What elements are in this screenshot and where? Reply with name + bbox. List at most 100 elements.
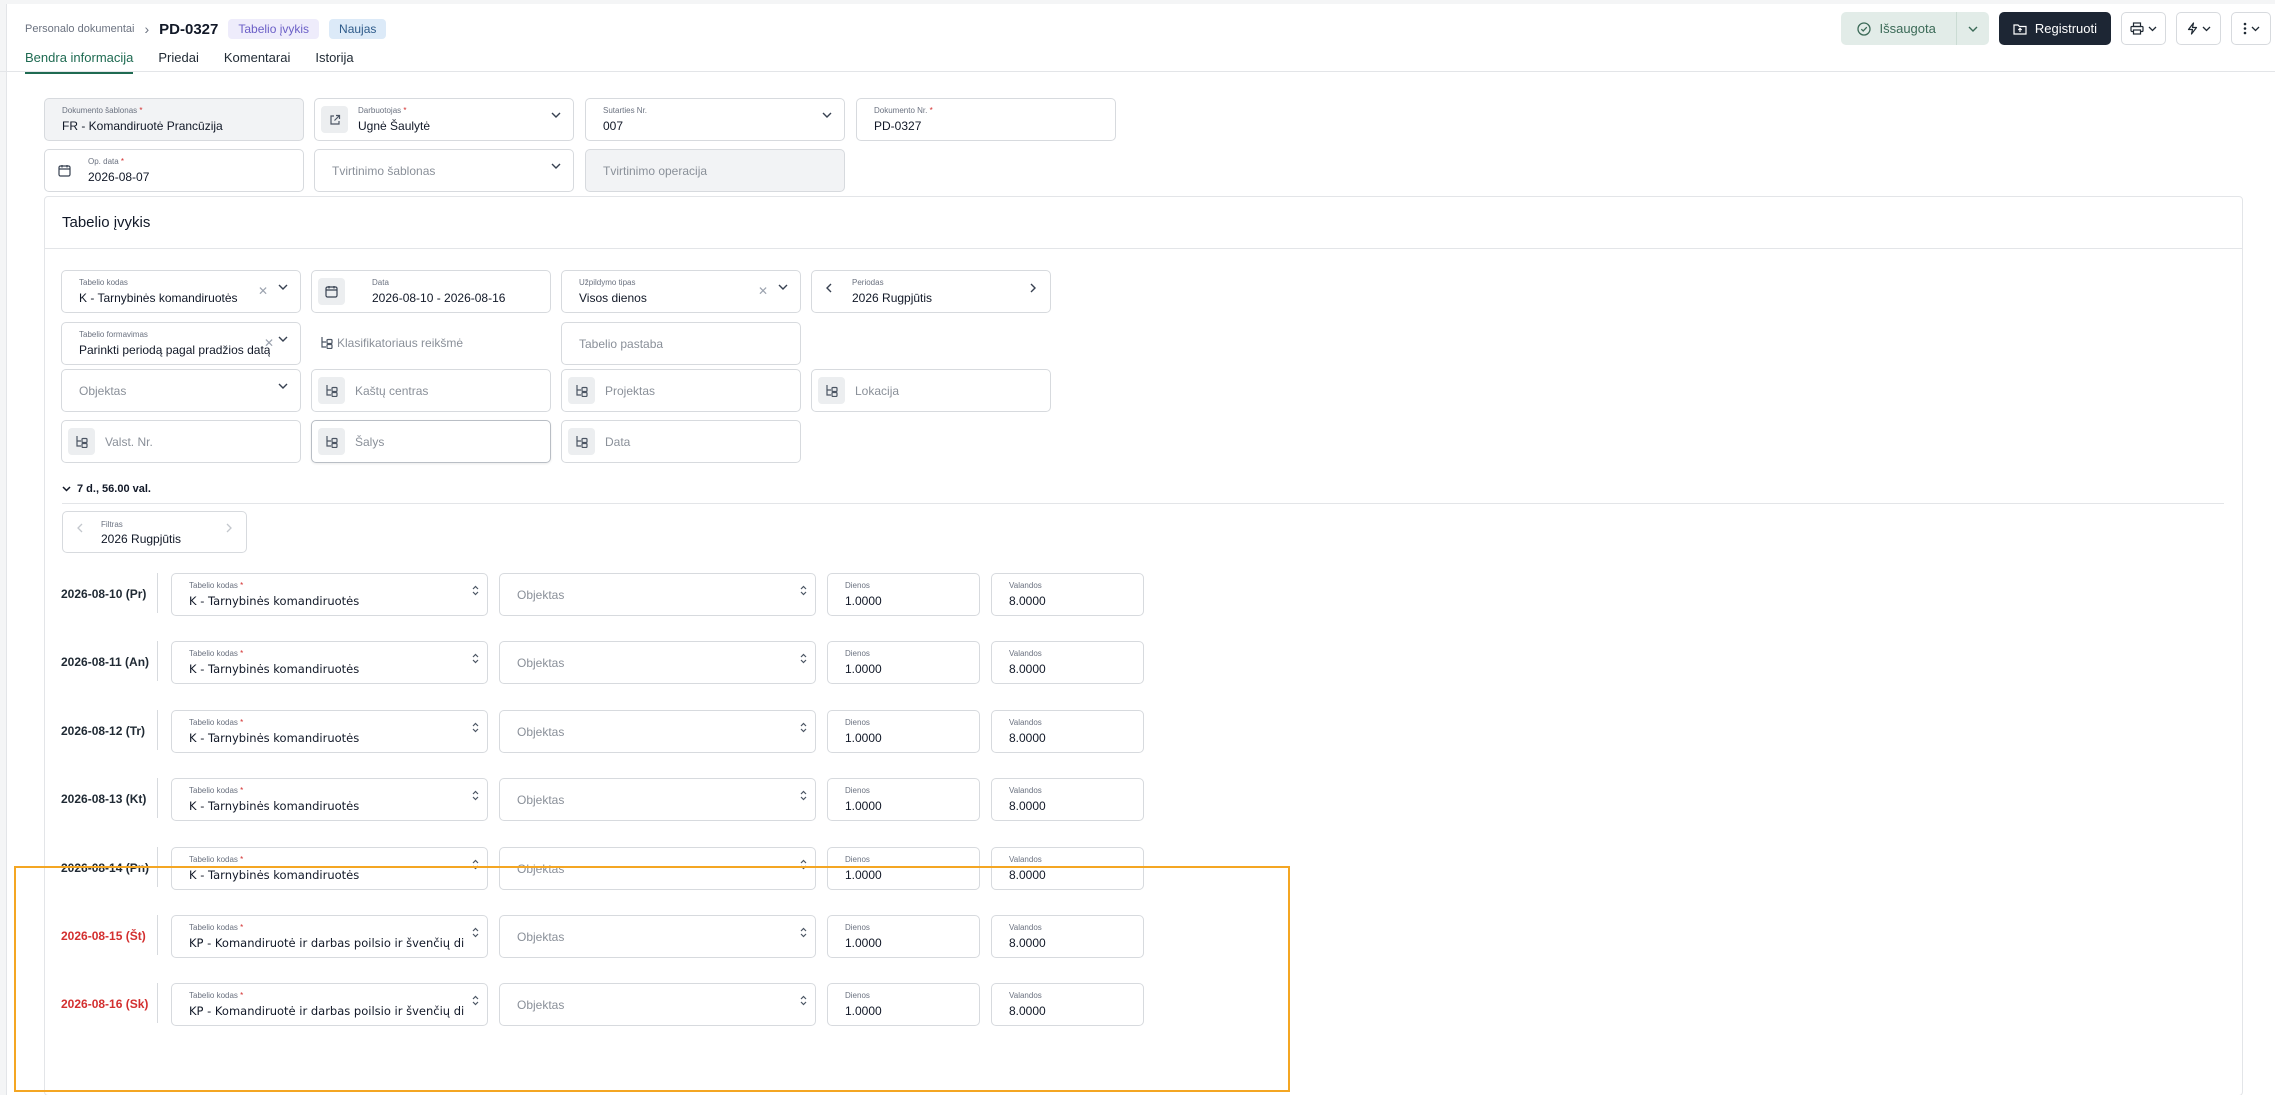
chevron-down-icon [62, 486, 71, 492]
chevron-down-icon [278, 284, 288, 290]
date-range-value: 2026-08-10 - 2026-08-16 [372, 291, 506, 305]
classifier-field[interactable]: Klasifikatoriaus reikšmė [311, 322, 551, 365]
row-hours-input[interactable]: Valandos 8.0000 [991, 709, 1144, 753]
event-code-select[interactable]: Tabelio kodas K - Tarnybinės komandiruot… [61, 270, 301, 313]
row-days-input[interactable]: Dienos 1.0000 [827, 641, 980, 685]
row-days-input[interactable]: Dienos 1.0000 [827, 915, 980, 958]
row-object-placeholder: Objektas [517, 656, 565, 671]
chevron-updown-icon [472, 859, 479, 870]
row-days-input[interactable]: Dienos 1.0000 [827, 573, 980, 616]
row-object-select[interactable]: Objektas [499, 641, 816, 685]
row-code-select[interactable]: Tabelio kodas * K - Tarnybinės komandiruo… [171, 778, 488, 822]
row-code-select[interactable]: Tabelio kodas * K - Tarnybinės komandiruo… [171, 846, 488, 890]
tree-icon [568, 428, 595, 455]
chevron-left-icon[interactable] [77, 523, 83, 533]
clear-icon[interactable]: ✕ [264, 336, 274, 350]
quick-actions-button[interactable] [2176, 12, 2221, 45]
row-days-label: Dienos [845, 923, 870, 932]
row-hours-input[interactable]: Valandos 8.0000 [991, 573, 1144, 616]
approval-template-select[interactable]: Tvirtinimo šablonas [314, 149, 574, 192]
doc-number-field[interactable]: Dokumento Nr. * PD-0327 [856, 98, 1116, 141]
employee-value: Ugnė Šaulytė [358, 119, 431, 133]
row-days-label: Dienos [845, 717, 870, 727]
card-divider [45, 248, 2242, 249]
row-separator [157, 709, 158, 750]
country-field[interactable]: Šalys [311, 420, 551, 463]
chevron-updown-icon [800, 927, 807, 938]
row-days-label: Dienos [845, 786, 870, 796]
breadcrumb: Personalo dokumentai › PD-0327 Tabelio į… [25, 18, 387, 40]
row-object-select[interactable]: Objektas [499, 778, 816, 822]
saved-dropdown-toggle[interactable] [1955, 12, 1989, 45]
row-separator [157, 983, 158, 1024]
summary-toggle[interactable]: 7 d., 56.00 val. [62, 483, 151, 495]
row-days-value: 1.0000 [845, 867, 882, 882]
location-field[interactable]: Lokacija [811, 369, 1051, 412]
row-hours-input[interactable]: Valandos 8.0000 [991, 846, 1144, 890]
breadcrumb-parent-link[interactable]: Personalo dokumentai [25, 23, 134, 35]
project-field[interactable]: Projektas [561, 369, 801, 412]
object-select[interactable]: Objektas [61, 369, 301, 412]
more-menu-button[interactable] [2231, 12, 2271, 45]
fill-type-select[interactable]: Užpildymo tipas Visos dienos ✕ [561, 270, 801, 313]
note-input[interactable]: Tabelio pastaba [561, 322, 801, 365]
row-days-input[interactable]: Dienos 1.0000 [827, 709, 980, 753]
row-days-input[interactable]: Dienos 1.0000 [827, 778, 980, 822]
row-code-label: Tabelio kodas [189, 991, 238, 1001]
saved-button[interactable]: Išsaugota [1841, 12, 1955, 45]
tree-icon [68, 428, 95, 455]
chevron-right-icon[interactable] [1030, 283, 1036, 293]
row-code-select[interactable]: Tabelio kodas * KP - Komandiruotė ir darb… [171, 915, 488, 958]
clear-icon[interactable]: ✕ [758, 284, 768, 298]
clear-icon[interactable]: ✕ [258, 284, 268, 298]
chevron-updown-icon [800, 790, 807, 801]
check-circle-icon [1857, 21, 1872, 36]
formation-select[interactable]: Tabelio formavimas Parinkti periodą paga… [61, 322, 301, 365]
row-days-label: Dienos [845, 991, 870, 1001]
plate-field[interactable]: Valst. Nr. [61, 420, 301, 463]
period-picker[interactable]: Periodas 2026 Rugpjūtis [811, 270, 1051, 313]
register-button[interactable]: Registruoti [1998, 12, 2111, 45]
row-code-value: KP - Komandiruotė ir darbas poilsio ir š… [189, 1004, 464, 1019]
external-link-icon[interactable] [321, 106, 348, 133]
row-hours-input[interactable]: Valandos 8.0000 [991, 983, 1144, 1027]
row-days-label: Dienos [845, 581, 870, 590]
chevron-right-icon[interactable] [226, 523, 232, 533]
row-code-label: Tabelio kodas [189, 649, 238, 659]
op-date-field[interactable]: Op. data * 2026-08-07 [44, 149, 304, 192]
row-code-select[interactable]: Tabelio kodas * K - Tarnybinės komandiruo… [171, 573, 488, 616]
row-hours-label: Valandos [1009, 717, 1042, 727]
print-menu-button[interactable] [2121, 12, 2166, 45]
row-object-select[interactable]: Objektas [499, 709, 816, 753]
fill-type-label: Užpildymo tipas [579, 278, 636, 287]
printer-icon [2130, 22, 2144, 35]
row-object-select[interactable]: Objektas [499, 846, 816, 890]
cost-center-field[interactable]: Kaštų centras [311, 369, 551, 412]
row-object-select[interactable]: Objektas [499, 915, 816, 958]
row-object-select[interactable]: Objektas [499, 573, 816, 616]
period-filter[interactable]: Filtras 2026 Rugpjūtis [62, 511, 247, 553]
row-days-input[interactable]: Dienos 1.0000 [827, 983, 980, 1027]
row-code-select[interactable]: Tabelio kodas * K - Tarnybinės komandiruo… [171, 641, 488, 685]
row-hours-input[interactable]: Valandos 8.0000 [991, 778, 1144, 822]
row-days-input[interactable]: Dienos 1.0000 [827, 846, 980, 890]
date2-field[interactable]: Data [561, 420, 801, 463]
row-code-select[interactable]: Tabelio kodas * KP - Komandiruotė ir darb… [171, 983, 488, 1027]
chevron-left-icon[interactable] [826, 283, 832, 293]
row-object-select[interactable]: Objektas [499, 983, 816, 1027]
contract-field[interactable]: Sutarties Nr. 007 [585, 98, 845, 141]
date2-placeholder: Data [605, 435, 631, 449]
plate-placeholder: Valst. Nr. [105, 435, 153, 449]
calendar-icon [51, 157, 78, 184]
register-label: Registruoti [2034, 21, 2097, 36]
row-object-placeholder: Objektas [517, 998, 565, 1013]
date-range-field[interactable]: Data 2026-08-10 - 2026-08-16 [311, 270, 551, 313]
row-code-select[interactable]: Tabelio kodas * K - Tarnybinės komandiruo… [171, 709, 488, 753]
employee-field[interactable]: Darbuotojas * Ugnė Šaulytė [314, 98, 574, 141]
page-title: PD-0327 [159, 20, 219, 38]
calendar-icon [318, 278, 345, 305]
row-hours-input[interactable]: Valandos 8.0000 [991, 641, 1144, 685]
note-placeholder: Tabelio pastaba [579, 337, 664, 351]
template-field[interactable]: Dokumento šablonas * FR - Komandiruotė P… [44, 98, 304, 141]
row-hours-input[interactable]: Valandos 8.0000 [991, 915, 1144, 958]
